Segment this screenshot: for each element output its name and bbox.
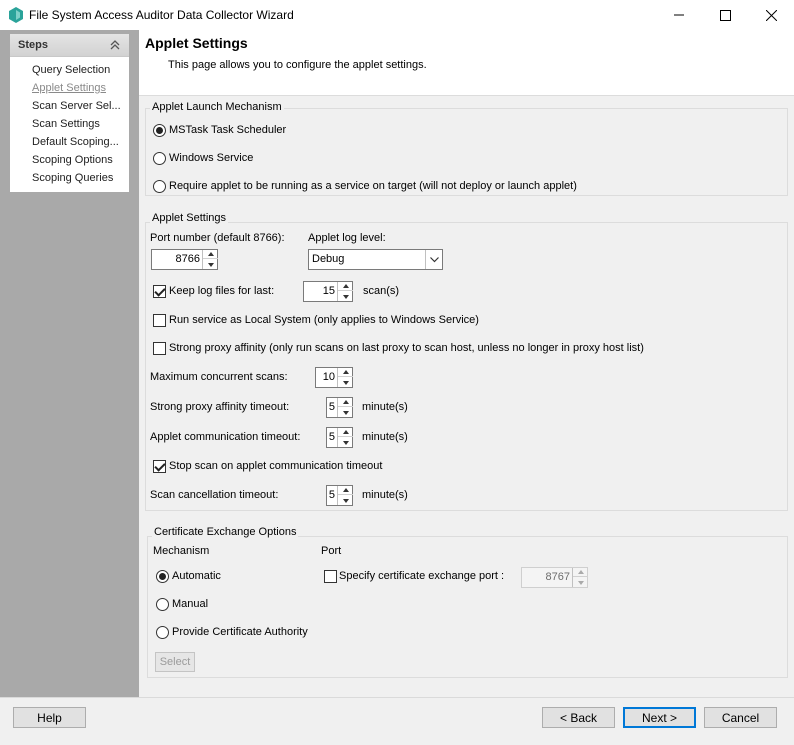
step-query-selection[interactable]: Query Selection — [32, 64, 126, 76]
keep-logs-stepper[interactable]: 15 — [303, 281, 353, 302]
stop-scan-label[interactable]: Stop scan on applet communication timeou… — [169, 460, 382, 472]
page-header: Applet Settings This page allows you to … — [139, 30, 794, 96]
spin-up-icon[interactable] — [573, 568, 588, 577]
port-number-value: 8766 — [175, 253, 200, 265]
cert-port-stepper[interactable]: 8767 — [521, 567, 588, 588]
back-button[interactable]: < Back — [542, 707, 615, 728]
certificate-group-label: Certificate Exchange Options — [152, 526, 299, 538]
comm-timeout-stepper[interactable]: 5 — [326, 427, 353, 448]
chevron-down-icon[interactable] — [425, 250, 442, 269]
spin-down-icon[interactable] — [338, 292, 353, 301]
page-title: Applet Settings — [145, 35, 248, 51]
keep-logs-unit: scan(s) — [363, 285, 400, 297]
radio-automatic-label[interactable]: Automatic — [172, 570, 221, 582]
cert-port-value: 8767 — [545, 571, 570, 583]
close-button[interactable] — [748, 0, 794, 30]
comm-timeout-label: Applet communication timeout: — [150, 431, 301, 443]
spin-up-icon[interactable] — [338, 428, 353, 437]
affinity-timeout-unit: minute(s) — [362, 401, 408, 413]
spin-up-icon[interactable] — [338, 282, 353, 291]
comm-timeout-unit: minute(s) — [362, 431, 408, 443]
footer: Help < Back Next > Cancel — [0, 697, 794, 745]
specify-port-label[interactable]: Specify certificate exchange port : — [339, 570, 504, 582]
cancel-button[interactable]: Cancel — [704, 707, 777, 728]
minimize-icon — [674, 14, 684, 16]
mechanism-label: Mechanism — [153, 545, 210, 557]
spin-down-icon[interactable] — [338, 438, 353, 447]
content-area: Applet Launch Mechanism MSTask Task Sche… — [139, 96, 794, 697]
affinity-timeout-label: Strong proxy affinity timeout: — [150, 401, 290, 413]
spin-up-icon[interactable] — [338, 368, 353, 377]
radio-manual-label[interactable]: Manual — [172, 598, 208, 610]
double-chevron-up-icon[interactable] — [109, 38, 121, 52]
steps-header[interactable]: Steps — [10, 34, 129, 57]
spin-down-icon[interactable] — [338, 408, 353, 417]
radio-require-service-label[interactable]: Require applet to be running as a servic… — [169, 180, 577, 192]
spin-down-icon[interactable] — [203, 260, 218, 269]
radio-mstask[interactable] — [153, 124, 166, 137]
spin-up-icon[interactable] — [338, 486, 353, 495]
radio-provide-ca-label[interactable]: Provide Certificate Authority — [172, 626, 308, 638]
affinity-timeout-stepper[interactable]: 5 — [326, 397, 353, 418]
close-icon — [765, 9, 777, 21]
strong-affinity-checkbox[interactable] — [153, 342, 166, 355]
max-scans-label: Maximum concurrent scans: — [150, 371, 288, 383]
log-level-value: Debug — [312, 253, 345, 265]
spin-down-icon[interactable] — [573, 578, 588, 587]
step-applet-settings[interactable]: Applet Settings — [32, 82, 126, 94]
comm-timeout-value: 5 — [328, 431, 335, 443]
cancel-timeout-unit: minute(s) — [362, 489, 408, 501]
steps-panel — [10, 34, 129, 192]
spin-down-icon[interactable] — [338, 496, 353, 505]
port-number-label: Port number (default 8766): — [150, 232, 285, 244]
app-logo-icon — [9, 7, 23, 23]
local-system-label[interactable]: Run service as Local System (only applie… — [169, 314, 479, 326]
cancel-timeout-stepper[interactable]: 5 — [326, 485, 353, 506]
log-level-select[interactable]: Debug — [308, 249, 443, 270]
cancel-timeout-value: 5 — [328, 489, 335, 501]
window-title: File System Access Auditor Data Collecto… — [29, 8, 294, 22]
radio-manual[interactable] — [156, 598, 169, 611]
launch-mechanism-label: Applet Launch Mechanism — [150, 101, 284, 113]
radio-automatic[interactable] — [156, 570, 169, 583]
select-button[interactable]: Select — [155, 652, 195, 672]
log-level-label: Applet log level: — [308, 232, 386, 244]
spin-up-icon[interactable] — [203, 250, 218, 259]
step-scoping-options[interactable]: Scoping Options — [32, 154, 126, 166]
keep-logs-value: 15 — [322, 285, 335, 297]
radio-windows-service[interactable] — [153, 152, 166, 165]
stop-scan-checkbox[interactable] — [153, 460, 166, 473]
help-button[interactable]: Help — [13, 707, 86, 728]
radio-provide-ca[interactable] — [156, 626, 169, 639]
specify-port-checkbox[interactable] — [324, 570, 337, 583]
keep-logs-checkbox[interactable] — [153, 285, 166, 298]
radio-mstask-label[interactable]: MSTask Task Scheduler — [169, 124, 286, 136]
applet-settings-label: Applet Settings — [150, 212, 228, 224]
maximize-button[interactable] — [702, 0, 748, 30]
port-label: Port — [321, 545, 342, 557]
spin-down-icon[interactable] — [338, 378, 353, 387]
spin-up-icon[interactable] — [338, 398, 353, 407]
minimize-button[interactable] — [656, 0, 702, 30]
strong-affinity-label[interactable]: Strong proxy affinity (only run scans on… — [169, 342, 644, 354]
max-scans-stepper[interactable]: 10 — [315, 367, 353, 388]
cancel-timeout-label: Scan cancellation timeout: — [150, 489, 279, 501]
step-scan-server-selection[interactable]: Scan Server Sel... — [32, 100, 126, 112]
radio-require-service[interactable] — [153, 180, 166, 193]
steps-title: Steps — [18, 39, 48, 51]
step-scoping-queries[interactable]: Scoping Queries — [32, 172, 126, 184]
certificate-group — [147, 536, 788, 678]
max-scans-value: 10 — [322, 371, 335, 383]
affinity-timeout-value: 5 — [328, 401, 335, 413]
step-scan-settings[interactable]: Scan Settings — [32, 118, 126, 130]
port-number-stepper[interactable]: 8766 — [151, 249, 218, 270]
next-button[interactable]: Next > — [623, 707, 696, 728]
keep-logs-label[interactable]: Keep log files for last: — [169, 285, 274, 297]
page-description: This page allows you to configure the ap… — [168, 59, 427, 71]
local-system-checkbox[interactable] — [153, 314, 166, 327]
maximize-icon — [719, 9, 731, 21]
radio-windows-service-label[interactable]: Windows Service — [169, 152, 253, 164]
title-bar: File System Access Auditor Data Collecto… — [0, 0, 794, 30]
step-default-scoping[interactable]: Default Scoping... — [32, 136, 126, 148]
